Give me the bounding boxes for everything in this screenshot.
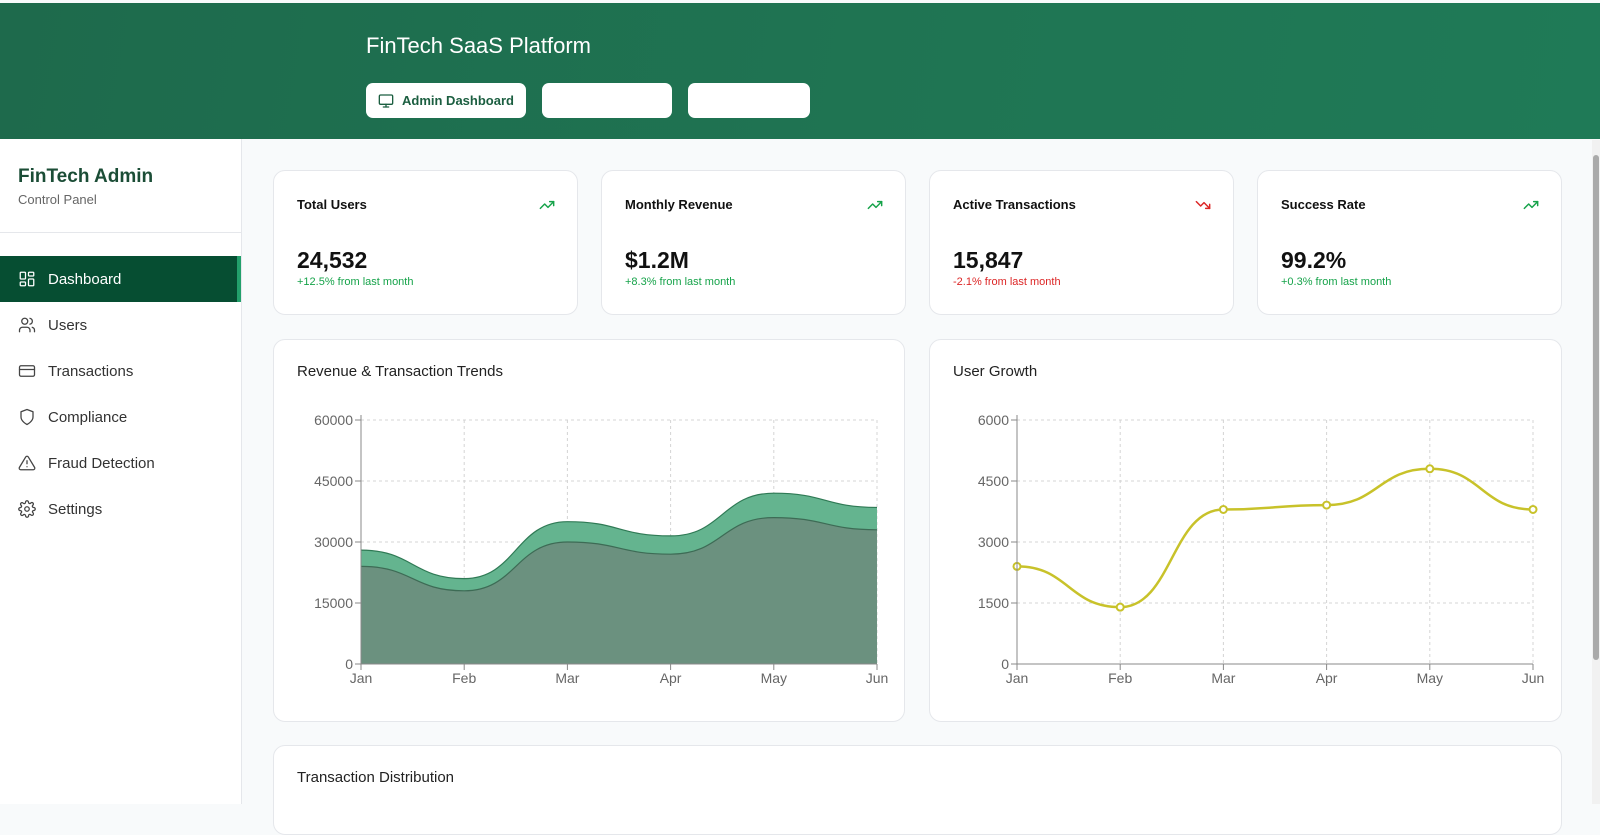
- y-tick-label: 1500: [978, 595, 1009, 611]
- stat-change: +12.5% from last month: [297, 276, 414, 288]
- x-tick-label: Feb: [1108, 670, 1132, 686]
- tab-3[interactable]: [687, 83, 810, 118]
- x-tick-label: Apr: [1316, 670, 1338, 686]
- sidebar-item-label: Fraud Detection: [48, 454, 155, 472]
- app-header: FinTech SaaS Platform Admin Dashboard: [0, 3, 1600, 139]
- stat-value: $1.2M: [625, 247, 689, 273]
- credit-card-icon: [18, 365, 36, 377]
- trending-up-icon: [867, 200, 883, 210]
- x-tick-label: Mar: [555, 670, 579, 686]
- stat-card-monthly-revenue: Monthly Revenue $1.2M +8.3% from last mo…: [601, 170, 906, 315]
- tab-label: Admin Dashboard: [402, 93, 514, 108]
- x-tick-label: Mar: [1211, 670, 1235, 686]
- stat-card-active-transactions: Active Transactions 15,847 -2.1% from la…: [929, 170, 1234, 315]
- brand: FinTech Admin Control Panel: [0, 139, 241, 233]
- line-series: [1016, 467, 1534, 609]
- sidebar-item-fraud-detection[interactable]: Fraud Detection: [0, 440, 241, 486]
- x-tick-label: May: [1417, 670, 1443, 686]
- stat-title: Active Transactions: [953, 197, 1076, 212]
- user-growth-chart-card: User Growth 0 1500 3000 4500 6000 Jan Feb Mar Ap…: [929, 339, 1562, 722]
- sidebar-item-label: Settings: [48, 500, 103, 518]
- sidebar-item-label: Transactions: [48, 362, 134, 380]
- chart-title: Transaction Distribution: [297, 769, 455, 786]
- stat-card-success-rate: Success Rate 99.2% +0.3% from last month: [1257, 170, 1562, 315]
- y-tick-label: 3000: [978, 534, 1009, 550]
- stat-card-total-users: Total Users 24,532 +12.5% from last mont…: [273, 170, 578, 315]
- sidebar-item-users[interactable]: Users: [0, 302, 241, 348]
- app-title: FinTech SaaS Platform: [366, 33, 591, 58]
- sidebar-item-transactions[interactable]: Transactions: [0, 348, 241, 394]
- x-tick-label: Feb: [452, 670, 476, 686]
- x-tick-label: Jun: [866, 670, 889, 686]
- trending-up-icon: [1523, 200, 1539, 210]
- tab-admin-dashboard[interactable]: Admin Dashboard: [366, 83, 526, 118]
- users-icon: [18, 317, 36, 333]
- brand-subtitle: Control Panel: [18, 192, 97, 207]
- tab-2[interactable]: [541, 83, 672, 118]
- x-tick-label: Apr: [660, 670, 682, 686]
- trending-down-icon: [1195, 200, 1211, 210]
- sidebar-item-dashboard[interactable]: Dashboard: [0, 256, 241, 302]
- shield-icon: [20, 408, 34, 426]
- sidebar-item-label: Compliance: [48, 408, 128, 426]
- x-tick-label: Jan: [1006, 670, 1029, 686]
- y-tick-label: 4500: [978, 473, 1009, 489]
- dashboard-icon: [19, 271, 35, 287]
- stat-change: -2.1% from last month: [953, 276, 1061, 288]
- sidebar-item-compliance[interactable]: Compliance: [0, 394, 241, 440]
- stat-value: 99.2%: [1281, 247, 1347, 273]
- y-tick-label: 30000: [314, 534, 353, 550]
- distribution-card: Transaction Distribution: [273, 745, 1562, 835]
- monitor-icon: [378, 93, 394, 108]
- stat-value: 15,847: [953, 247, 1024, 273]
- y-tick-label: 60000: [314, 412, 353, 428]
- y-tick-label: 6000: [978, 412, 1009, 428]
- stat-value: 24,532: [297, 247, 368, 273]
- data-point: [1115, 602, 1125, 612]
- x-tick-label: Jan: [350, 670, 373, 686]
- stat-title: Success Rate: [1281, 197, 1366, 212]
- scrollbar-thumb[interactable]: [1593, 155, 1599, 660]
- user-growth-line-chart: 01500300045006000Jan Feb Mar Apr May Jun: [978, 412, 1545, 686]
- stat-change: +8.3% from last month: [625, 276, 736, 288]
- brand-title: FinTech Admin: [18, 166, 154, 187]
- gear-icon: [18, 500, 36, 518]
- stat-title: Total Users: [297, 197, 367, 212]
- header-tabs: Admin Dashboard: [366, 83, 810, 118]
- sidebar-item-settings[interactable]: Settings: [0, 486, 241, 532]
- data-point: [1528, 504, 1538, 514]
- x-tick-label: May: [761, 670, 787, 686]
- stat-change: +0.3% from last month: [1281, 276, 1392, 288]
- revenue-chart-card: Revenue & Transaction Trends 0 15000 30000…: [273, 339, 905, 722]
- sidebar-item-label: Users: [48, 316, 88, 334]
- sidebar: FinTech Admin Control Panel Dashboard Us…: [0, 139, 242, 804]
- stat-title: Monthly Revenue: [625, 197, 733, 212]
- data-point: [1322, 500, 1332, 510]
- sidebar-nav: Dashboard Users Transactions Compliance …: [0, 256, 241, 532]
- alert-triangle-icon: [18, 455, 36, 471]
- y-tick-label: 45000: [314, 473, 353, 489]
- data-point: [1425, 464, 1435, 474]
- y-tick-label: 15000: [314, 595, 353, 611]
- trending-up-icon: [539, 200, 555, 210]
- revenue-area-chart: 015000300004500060000Jan Feb Mar Apr May Jun: [314, 412, 889, 686]
- x-tick-label: Jun: [1522, 670, 1545, 686]
- data-point: [1218, 504, 1228, 514]
- sidebar-item-label: Dashboard: [48, 270, 122, 288]
- chart-grid: [1017, 419, 1534, 664]
